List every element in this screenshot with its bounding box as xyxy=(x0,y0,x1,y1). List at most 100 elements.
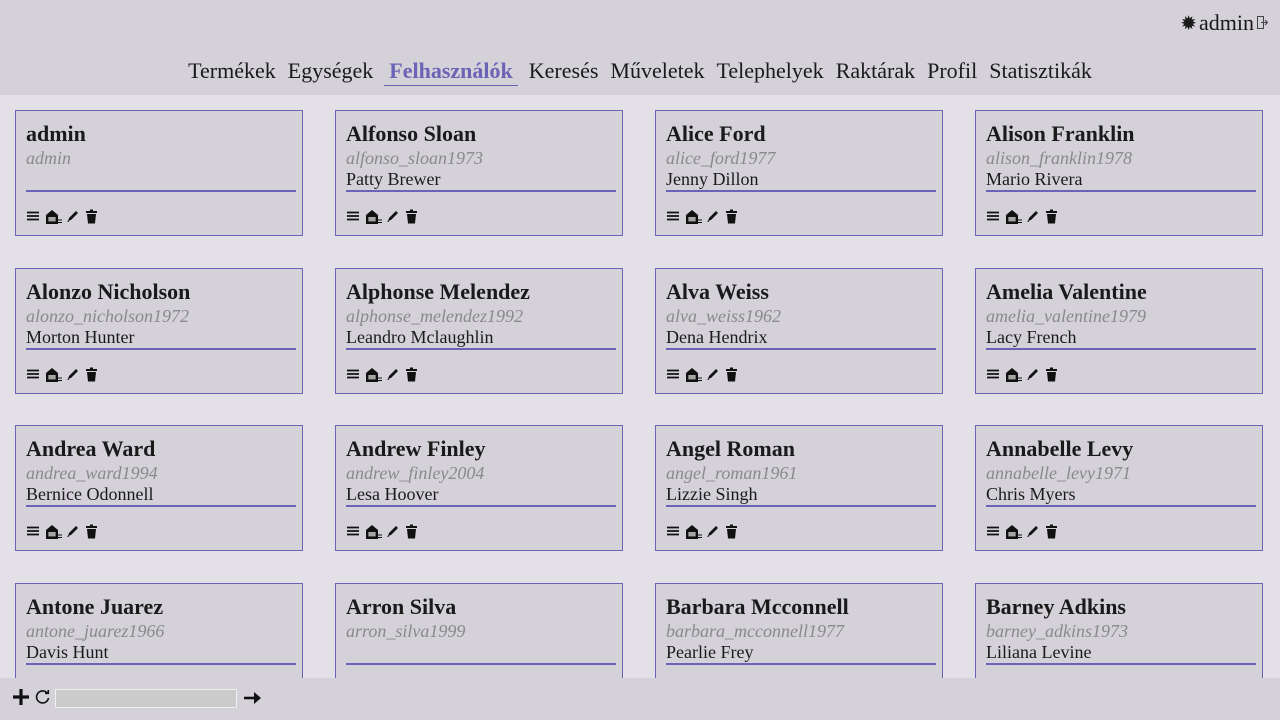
logout-icon[interactable] xyxy=(1257,15,1269,33)
delete-icon[interactable] xyxy=(405,209,421,225)
edit-icon[interactable] xyxy=(386,524,402,540)
nav-item-raktarak[interactable]: Raktárak xyxy=(835,57,916,86)
user-card[interactable]: Angel Roman angel_roman1961 Lizzie Singh xyxy=(655,425,943,551)
delete-icon[interactable] xyxy=(1045,524,1061,540)
warehouse-icon[interactable] xyxy=(1005,209,1023,225)
nav-item-telephelyek[interactable]: Telephelyek xyxy=(716,57,825,86)
warehouse-icon[interactable] xyxy=(45,524,63,540)
user-menu[interactable]: ✹ admin xyxy=(1180,10,1269,36)
user-username: angel_roman1961 xyxy=(666,463,798,483)
list-icon[interactable] xyxy=(986,367,1002,383)
warehouse-icon[interactable] xyxy=(365,524,383,540)
user-card[interactable]: Alva Weiss alva_weiss1962 Dena Hendrix xyxy=(655,268,943,394)
user-contact-name: Dena Hendrix xyxy=(666,327,936,350)
user-contact-name: Mario Rivera xyxy=(986,169,1256,192)
refresh-icon[interactable] xyxy=(34,689,51,711)
delete-icon[interactable] xyxy=(1045,367,1061,383)
list-icon[interactable] xyxy=(986,209,1002,225)
list-icon[interactable] xyxy=(666,367,682,383)
delete-icon[interactable] xyxy=(85,524,101,540)
edit-icon[interactable] xyxy=(706,367,722,383)
delete-icon[interactable] xyxy=(85,367,101,383)
current-user-label[interactable]: admin xyxy=(1199,10,1254,36)
list-icon[interactable] xyxy=(26,524,42,540)
user-full-name: Barney Adkins xyxy=(986,594,1126,619)
delete-icon[interactable] xyxy=(1045,209,1061,225)
warehouse-icon[interactable] xyxy=(1005,524,1023,540)
user-username: alfonso_sloan1973 xyxy=(346,148,484,168)
user-card[interactable]: Andrew Finley andrew_finley2004 Lesa Hoove… xyxy=(335,425,623,551)
warehouse-icon[interactable] xyxy=(685,367,703,383)
edit-icon[interactable] xyxy=(1026,209,1042,225)
warehouse-icon[interactable] xyxy=(685,209,703,225)
user-full-name: Alva Weiss xyxy=(666,279,769,304)
user-full-name: Alice Ford xyxy=(666,121,766,146)
list-icon[interactable] xyxy=(346,209,362,225)
user-card[interactable]: admin admin xyxy=(15,110,303,236)
edit-icon[interactable] xyxy=(706,524,722,540)
nav-item-profil[interactable]: Profil xyxy=(926,57,978,86)
list-icon[interactable] xyxy=(346,524,362,540)
warehouse-icon[interactable] xyxy=(365,209,383,225)
edit-icon[interactable] xyxy=(706,209,722,225)
nav-item-statisztikak[interactable]: Statisztikák xyxy=(988,57,1093,86)
user-contact-name xyxy=(26,169,296,192)
nav-item-muveletek[interactable]: Műveletek xyxy=(609,57,705,86)
warehouse-icon[interactable] xyxy=(45,209,63,225)
edit-icon[interactable] xyxy=(66,524,82,540)
user-card[interactable]: Barbara Mcconnell barbara_mcconnell1977 Pe… xyxy=(655,583,943,678)
edit-icon[interactable] xyxy=(66,367,82,383)
nav-item-felhasznalok[interactable]: Felhasználók xyxy=(384,57,518,86)
edit-icon[interactable] xyxy=(386,209,402,225)
list-icon[interactable] xyxy=(666,524,682,540)
user-card[interactable]: Amelia Valentine amelia_valentine1979 Lacy… xyxy=(975,268,1263,394)
user-contact-name xyxy=(346,642,616,665)
user-card[interactable]: Annabelle Levy annabelle_levy1971 Chris My… xyxy=(975,425,1263,551)
user-card[interactable]: Alfonso Sloan alfonso_sloan1973 Patty Brew… xyxy=(335,110,623,236)
user-card[interactable]: Alison Franklin alison_franklin1978 Mario … xyxy=(975,110,1263,236)
user-username: alice_ford1977 xyxy=(666,148,776,168)
warehouse-icon[interactable] xyxy=(365,367,383,383)
theme-toggle-icon[interactable]: ✹ xyxy=(1180,11,1197,36)
user-card[interactable]: Arron Silva arron_silva1999 xyxy=(335,583,623,678)
card-actions xyxy=(666,367,741,383)
user-card[interactable]: Alonzo Nicholson alonzo_nicholson1972 Mort… xyxy=(15,268,303,394)
list-icon[interactable] xyxy=(346,367,362,383)
delete-icon[interactable] xyxy=(725,367,741,383)
list-icon[interactable] xyxy=(26,209,42,225)
user-card[interactable]: Alice Ford alice_ford1977 Jenny Dillon xyxy=(655,110,943,236)
warehouse-icon[interactable] xyxy=(1005,367,1023,383)
user-full-name: admin xyxy=(26,121,86,146)
warehouse-icon[interactable] xyxy=(45,367,63,383)
user-card[interactable]: Antone Juarez antone_juarez1966 Davis Hunt xyxy=(15,583,303,678)
search-input[interactable] xyxy=(55,689,237,708)
delete-icon[interactable] xyxy=(85,209,101,225)
nav-item-termekek[interactable]: Termékek xyxy=(187,57,277,86)
list-icon[interactable] xyxy=(986,524,1002,540)
go-arrow-icon[interactable] xyxy=(244,691,262,710)
nav-item-kereses[interactable]: Keresés xyxy=(528,57,600,86)
user-full-name: Arron Silva xyxy=(346,594,457,619)
user-card[interactable]: Barney Adkins barney_adkins1973 Liliana Le… xyxy=(975,583,1263,678)
list-icon[interactable] xyxy=(666,209,682,225)
edit-icon[interactable] xyxy=(386,367,402,383)
user-card[interactable]: Alphonse Melendez alphonse_melendez1992 Le… xyxy=(335,268,623,394)
edit-icon[interactable] xyxy=(1026,367,1042,383)
delete-icon[interactable] xyxy=(725,524,741,540)
user-username: arron_silva1999 xyxy=(346,621,466,641)
card-actions xyxy=(986,524,1061,540)
delete-icon[interactable] xyxy=(405,524,421,540)
delete-icon[interactable] xyxy=(725,209,741,225)
delete-icon[interactable] xyxy=(405,367,421,383)
warehouse-icon[interactable] xyxy=(685,524,703,540)
user-contact-name: Jenny Dillon xyxy=(666,169,936,192)
edit-icon[interactable] xyxy=(1026,524,1042,540)
user-contact-name: Lesa Hoover xyxy=(346,484,616,507)
card-actions xyxy=(26,524,101,540)
list-icon[interactable] xyxy=(26,367,42,383)
user-card-grid: admin admin Alfonso Sloan alfonso_sloan1973… xyxy=(15,110,1265,678)
user-card[interactable]: Andrea Ward andrea_ward1994 Bernice Odonne… xyxy=(15,425,303,551)
nav-item-egysegek[interactable]: Egységek xyxy=(287,57,375,86)
edit-icon[interactable] xyxy=(66,209,82,225)
add-icon[interactable] xyxy=(11,687,31,712)
